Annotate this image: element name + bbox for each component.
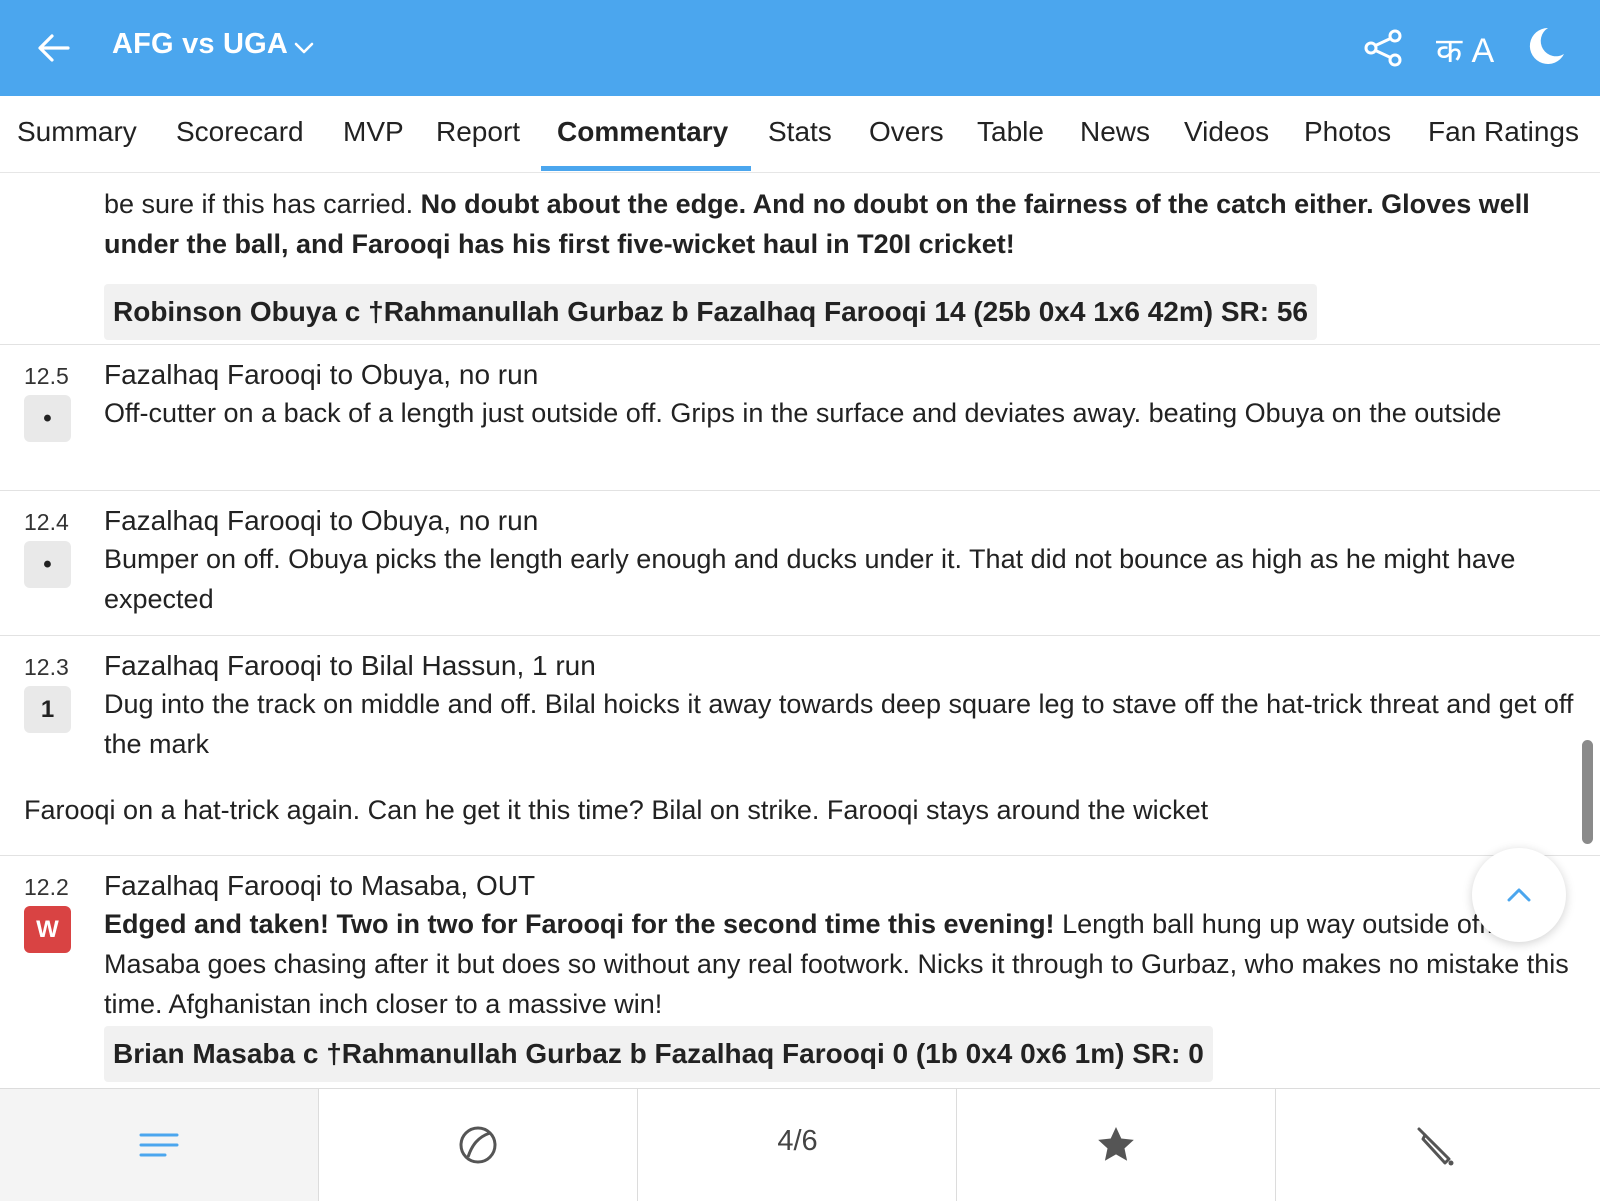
- tab-overs[interactable]: Overs: [869, 116, 944, 148]
- over-number: 12.4: [24, 509, 69, 535]
- divider: [0, 490, 1600, 491]
- chevron-down-icon[interactable]: [292, 36, 316, 60]
- tab-videos[interactable]: Videos: [1184, 116, 1269, 148]
- dismissal-summary: Robinson Obuya c †Rahmanullah Gurbaz b F…: [104, 284, 1317, 340]
- tab-table[interactable]: Table: [977, 116, 1044, 148]
- over-number: 12.3: [24, 654, 69, 680]
- ball-result-badge: •: [24, 541, 71, 588]
- page-indicator: 4/6: [777, 1125, 818, 1157]
- chevron-up-icon: [1507, 888, 1531, 902]
- tab-commentary[interactable]: Commentary: [557, 116, 728, 148]
- ball-description: Dug into the track on middle and off. Bi…: [104, 689, 1574, 759]
- ball-headline: Fazalhaq Farooqi to Obuya, no run: [104, 505, 539, 536]
- over-number: 12.2: [24, 874, 69, 900]
- ball-icon: [459, 1126, 497, 1164]
- tab-stats[interactable]: Stats: [768, 116, 832, 148]
- dismissal-summary: Brian Masaba c †Rahmanullah Gurbaz b Faz…: [104, 1026, 1213, 1082]
- scroll-to-top-button[interactable]: [1472, 848, 1566, 942]
- ball-description: Bumper on off. Obuya picks the length ea…: [104, 544, 1516, 614]
- commentary-partial-text: be sure if this has carried.: [104, 189, 414, 219]
- match-tabs: Summary Scorecard MVP Report Commentary …: [0, 96, 1600, 173]
- scrollbar[interactable]: [1582, 740, 1593, 844]
- wicket-badge: W: [24, 906, 71, 953]
- nav-highlights[interactable]: [957, 1089, 1276, 1201]
- active-tab-indicator: [541, 166, 751, 171]
- tab-news[interactable]: News: [1080, 116, 1150, 148]
- over-preview-note: Farooqi on a hat-trick again. Can he get…: [24, 795, 1209, 825]
- nav-commentary-list[interactable]: [0, 1089, 319, 1201]
- ball-description: Edged and taken! Two in two for Farooqi …: [104, 904, 1574, 1024]
- divider: [0, 855, 1600, 856]
- ball-result-badge: •: [24, 395, 71, 442]
- back-arrow-icon[interactable]: [34, 28, 74, 68]
- tab-report[interactable]: Report: [436, 116, 520, 148]
- tab-scorecard[interactable]: Scorecard: [176, 116, 304, 148]
- divider: [0, 635, 1600, 636]
- divider: [0, 344, 1600, 345]
- language-toggle-button[interactable]: क A: [1436, 26, 1494, 72]
- nav-ball-by-ball[interactable]: [319, 1089, 638, 1201]
- ball-headline: Fazalhaq Farooqi to Masaba, OUT: [104, 870, 536, 901]
- commentary-feed[interactable]: be sure if this has carried. No doubt ab…: [0, 172, 1600, 1088]
- tab-photos[interactable]: Photos: [1304, 116, 1391, 148]
- match-title[interactable]: AFG vs UGA: [112, 28, 288, 61]
- list-icon: [139, 1133, 179, 1157]
- ball-headline: Fazalhaq Farooqi to Obuya, no run: [104, 359, 539, 390]
- tab-fan-ratings[interactable]: Fan Ratings: [1428, 116, 1579, 148]
- ball-result-badge: 1: [24, 686, 71, 733]
- nav-pager[interactable]: 4/6: [638, 1089, 957, 1201]
- share-icon[interactable]: [1362, 27, 1404, 69]
- tab-summary[interactable]: Summary: [17, 116, 137, 148]
- ball-headline: Fazalhaq Farooqi to Bilal Hassun, 1 run: [104, 650, 596, 681]
- over-number: 12.5: [24, 363, 69, 389]
- nav-batting[interactable]: [1276, 1089, 1600, 1201]
- star-icon: [1098, 1127, 1134, 1161]
- tab-mvp[interactable]: MVP: [343, 116, 404, 148]
- moon-icon[interactable]: [1522, 24, 1566, 68]
- top-app-bar: AFG vs UGA क A: [0, 0, 1600, 96]
- wicket-highlight-text: Edged and taken! Two in two for Farooqi …: [104, 909, 1055, 939]
- commentary-text: be sure if this has carried. No doubt ab…: [104, 184, 1574, 264]
- bat-icon: [1417, 1127, 1454, 1166]
- ball-description: Off-cutter on a back of a length just ou…: [104, 398, 1502, 428]
- bottom-navigation: 4/6: [0, 1088, 1600, 1201]
